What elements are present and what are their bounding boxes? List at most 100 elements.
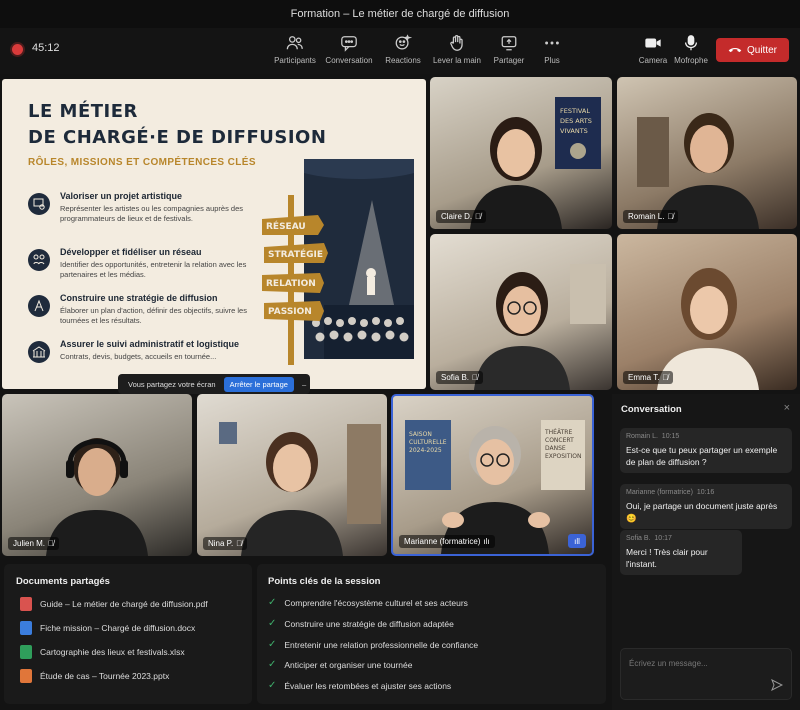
muted-mic-icon: 🎙̸ (667, 212, 674, 221)
chat-time: 10:16 (696, 489, 715, 496)
reactions-button[interactable]: Reactions (373, 34, 433, 65)
speaking-indicator-icon: ıll (568, 534, 586, 548)
keypoint-item: ✓ Entretenir une relation professionnelle… (268, 639, 478, 650)
participant-video (474, 264, 606, 390)
document-name: Guide – Le métier de chargé de diffusion… (40, 599, 208, 609)
reactions-label: Reactions (385, 56, 421, 65)
strategy-icon (28, 295, 50, 317)
documents-title: Documents partagés (16, 576, 110, 587)
poster-line: CONCERT (545, 437, 574, 444)
more-icon (545, 41, 559, 45)
chat-author: Marianne (formatrice) (626, 489, 693, 496)
participant-video (657, 268, 759, 390)
participant-name-tag: Romain L. 🎙̸ (623, 210, 679, 223)
people-icon (286, 36, 303, 50)
participant-name-tag: Marianne (formatrice) ılı (399, 535, 495, 548)
participant-video: FESTIVAL DES ARTS VIVANTS (470, 97, 601, 229)
video-tile[interactable]: Sofia B. 🎙̸ (430, 234, 612, 390)
keypoint-text: Entretenir une relation professionnelle … (284, 639, 479, 650)
pptx-file-icon (20, 669, 32, 683)
document-item[interactable]: Fiche mission – Chargé de diffusion.docx (20, 621, 195, 635)
video-tile[interactable]: Emma T. 🎙̸ (617, 234, 797, 390)
slide-item-text: Contrats, devis, budgets, accueils en to… (60, 352, 217, 361)
chat-author: Sofia B. (626, 535, 651, 542)
video-tile[interactable]: FESTIVAL DES ARTS VIVANTS Claire D. 🎙̸ (430, 77, 612, 229)
meeting-timer: 45:12 (32, 42, 60, 54)
poster-line: SAISON (409, 431, 432, 438)
pdf-file-icon (20, 597, 32, 611)
muted-mic-icon: 🎙̸ (472, 373, 479, 382)
screen-share-status: Vous partagez votre écran (128, 379, 216, 389)
chat-time: 10:15 (661, 433, 680, 440)
share-icon (501, 36, 517, 51)
participant-name-tag: Nina P. 🎙̸ (203, 537, 248, 550)
building-icon (28, 341, 50, 363)
minimize-share-bar-button[interactable]: – (302, 380, 306, 389)
chat-message: Sofia B. 10:17 Merci ! Très clair pour l… (620, 530, 742, 575)
participant-name-tag: Sofia B. 🎙̸ (436, 371, 484, 384)
poster-line: CULTURELLE (409, 439, 447, 446)
slide-item-heading: Valoriser un projet artistique (60, 191, 183, 201)
slide-item-heading: Développer et fidéliser un réseau (60, 247, 202, 257)
document-name: Cartographie des lieux et festivals.xlsx (40, 647, 185, 657)
more-button[interactable]: Plus (522, 34, 582, 65)
leave-meeting-label: Quitter (746, 44, 777, 56)
video-tile[interactable]: Nina P. 🎙̸ (197, 394, 387, 556)
check-icon: ✓ (268, 597, 277, 608)
video-tile[interactable]: Julien M. 🎙̸ (2, 394, 192, 556)
microphone-label: Mofrophe (674, 56, 708, 65)
chat-text: Oui, je partage un document juste après … (626, 501, 778, 523)
microphone-button[interactable]: Mofrophe (661, 34, 721, 65)
participant-video (46, 438, 148, 556)
slide-title-line2: DE CHARGÉ·E DE DIFFUSION (28, 127, 327, 148)
video-tile-active-speaker[interactable]: SAISON CULTURELLE 2024-2025 THÉÂTRE CONC… (391, 394, 594, 556)
slide-title-line1: LE MÉTIER (28, 101, 138, 122)
keypoint-item: ✓ Construire une stratégie de diffusion a… (268, 618, 454, 629)
check-icon: ✓ (268, 639, 277, 650)
document-name: Étude de cas – Tournée 2023.pptx (40, 671, 170, 681)
participant-name: Julien M. (13, 539, 46, 548)
chat-text: Merci ! Très clair pour l'instant. (626, 547, 708, 569)
screen-share-bar: Vous partagez votre écran Arrêter le par… (118, 374, 310, 394)
check-icon: ✓ (268, 659, 277, 670)
leave-meeting-button[interactable]: Quitter (716, 38, 789, 62)
video-tile[interactable]: Romain L. 🎙̸ (617, 77, 797, 229)
participant-video: SAISON CULTURELLE 2024-2025 THÉÂTRE CONC… (405, 420, 585, 554)
conversation-button[interactable]: Conversation (319, 34, 379, 65)
slide-item-heading: Assurer le suivi administratif et logist… (60, 339, 240, 349)
meeting-toolbar: 45:12 Participants Conversation Reaction… (0, 28, 800, 74)
poster-line: DANSE (545, 445, 566, 452)
check-icon: ✓ (268, 618, 277, 629)
stop-sharing-button[interactable]: Arrêter le partage (223, 376, 294, 392)
participant-name: Nina P. (208, 539, 234, 548)
audio-wave-icon: ılı (483, 537, 490, 546)
slide-item-heading: Construire une stratégie de diffusion (60, 293, 218, 303)
shared-screen-slide: LE MÉTIER DE CHARGÉ·E DE DIFFUSION RÔLES… (2, 79, 426, 389)
document-item[interactable]: Étude de cas – Tournée 2023.pptx (20, 669, 169, 683)
participant-video (637, 113, 759, 229)
participant-name: Romain L. (628, 212, 665, 221)
participants-button[interactable]: Participants (265, 34, 325, 65)
chat-icon (341, 36, 357, 52)
participant-name-tag: Emma T. 🎙̸ (623, 371, 674, 384)
keypoint-text: Comprendre l'écosystème culturel et ses … (284, 597, 468, 608)
document-item[interactable]: Guide – Le métier de chargé de diffusion… (20, 597, 208, 611)
send-icon[interactable] (771, 679, 783, 691)
recording-indicator-icon (12, 44, 23, 55)
raise-hand-button[interactable]: Lever la main (427, 34, 487, 65)
slide-subtitle: RÔLES, MISSIONS ET COMPÉTENCES CLÉS (28, 157, 256, 168)
chat-message: Marianne (formatrice) 10:16 Oui, je part… (620, 484, 792, 529)
hang-up-icon (728, 47, 742, 53)
sign-passion: PASSION (268, 307, 312, 317)
document-item[interactable]: Cartographie des lieux et festivals.xlsx (20, 645, 185, 659)
concert-illustration: RÉSEAU STRATÉGIE RELATION PASSION (262, 159, 414, 365)
close-icon[interactable]: × (784, 402, 790, 414)
message-input-box[interactable]: Écrivez un message... (620, 648, 792, 700)
slide-item-text: Élaborer un plan d'action, définir des o… (60, 306, 247, 325)
check-icon: ✓ (268, 680, 277, 691)
keypoint-item: ✓ Comprendre l'écosystème culturel et ses… (268, 597, 468, 608)
participant-video (219, 422, 381, 556)
muted-mic-icon: 🎙̸ (662, 373, 669, 382)
muted-mic-icon: 🎙̸ (48, 539, 55, 548)
sign-relation: RELATION (266, 279, 316, 289)
